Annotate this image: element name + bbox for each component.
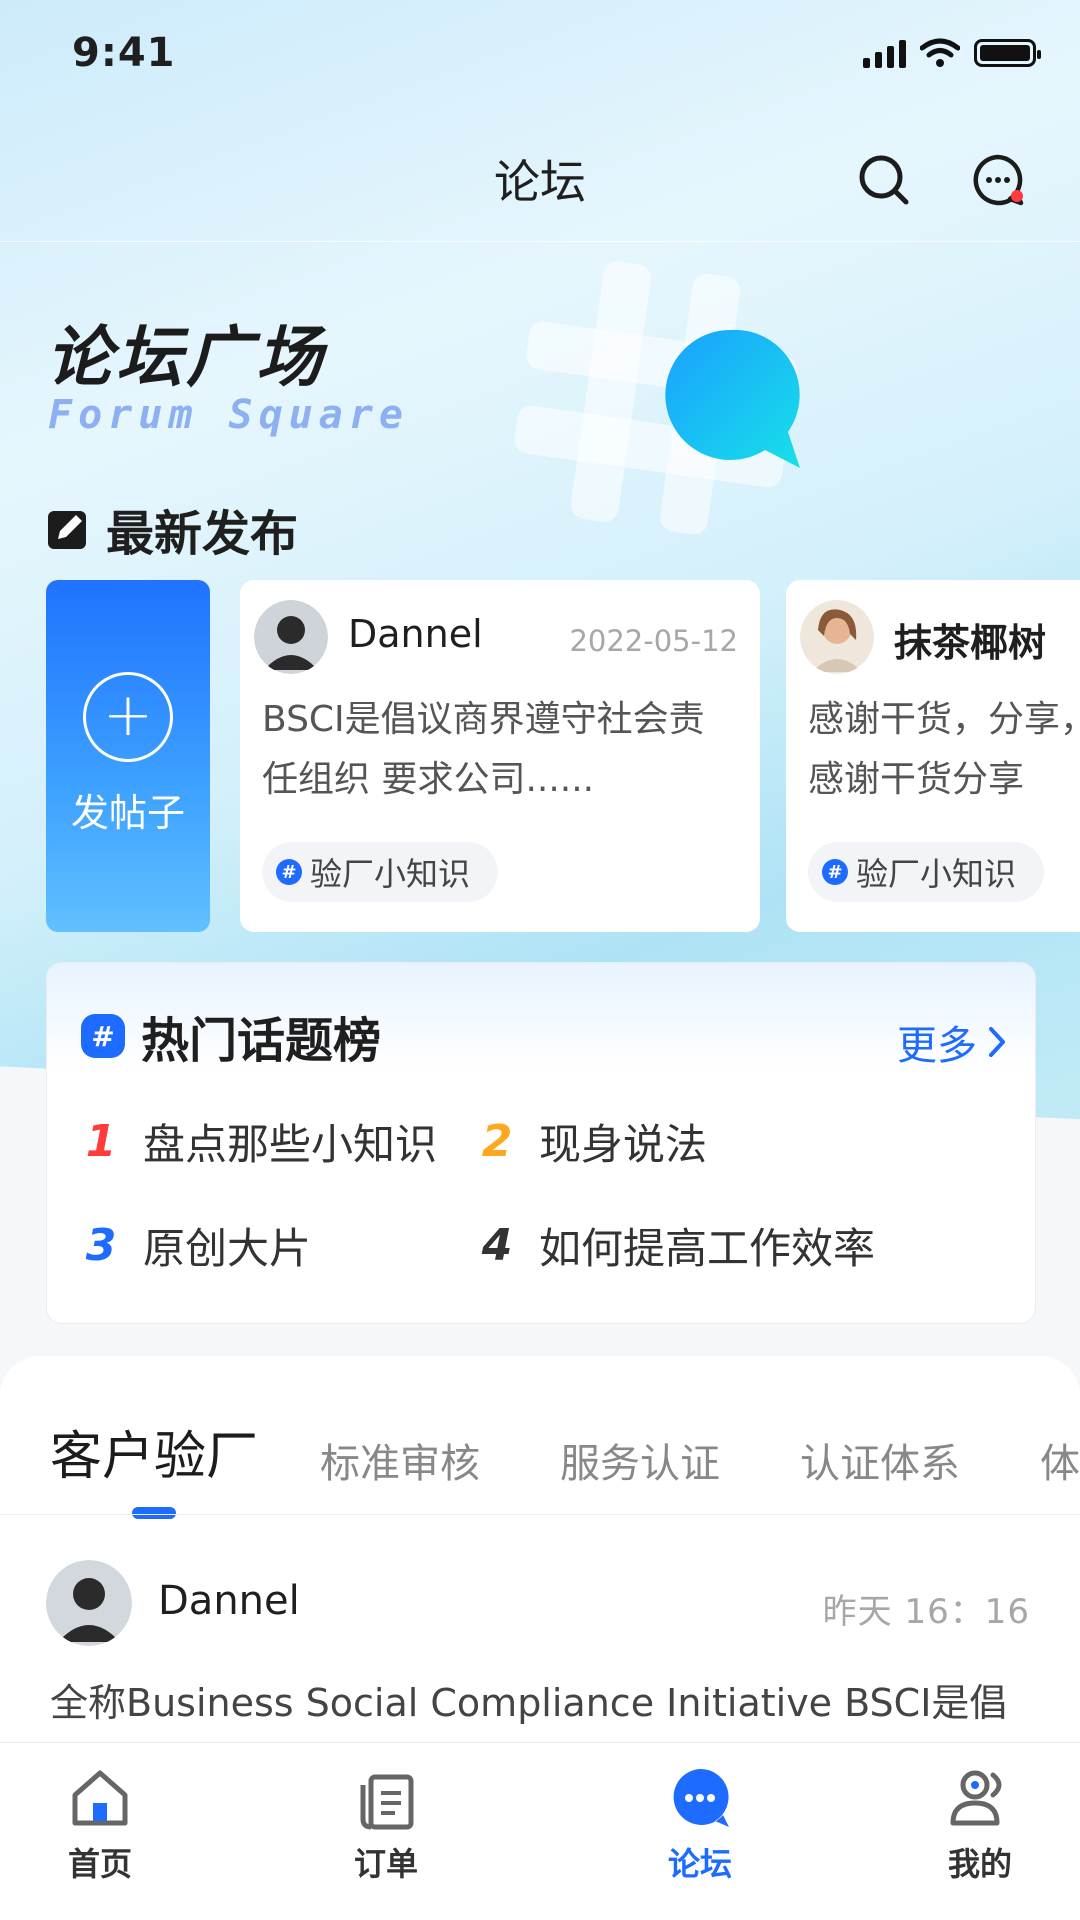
- tab-more-clipped[interactable]: 体: [1040, 1431, 1080, 1489]
- more-label: 更多: [897, 1023, 977, 1069]
- hot-topics-panel: # 热门话题榜 更多 1 盘点那些小知识 2 现身说法 3 原创大片 4 如何提…: [46, 962, 1036, 1324]
- navigation-bar: 论坛: [0, 118, 1080, 242]
- tabbar-label: 论坛: [667, 1845, 732, 1883]
- latest-section-heading: 最新发布: [46, 494, 298, 564]
- hot-topic-item[interactable]: 4 如何提高工作效率: [477, 1215, 875, 1276]
- tabbar-label: 订单: [353, 1845, 418, 1883]
- tabbar-forum[interactable]: 论坛: [600, 1763, 800, 1885]
- topic-tag[interactable]: # 验厂小知识: [262, 842, 499, 902]
- chevron-right-icon: [989, 1027, 1005, 1057]
- tab-certification-system[interactable]: 认证体系: [800, 1431, 960, 1489]
- wifi-icon: [920, 38, 960, 67]
- profile-icon: [950, 1770, 1002, 1826]
- latest-post-card[interactable]: 抹茶椰树 感谢干货，分享，感谢干货分享 # 验厂小知识: [786, 580, 1080, 932]
- tab-service-certification[interactable]: 服务认证: [560, 1431, 720, 1489]
- topic-tag-label: 验厂小知识: [310, 855, 471, 893]
- more-link[interactable]: 更多: [897, 1013, 1007, 1071]
- create-post-label: 发帖子: [70, 791, 185, 835]
- latest-post-card[interactable]: Dannel 2022-05-12 BSCI是倡议商界遵守社会责任组织 要求公司…: [240, 580, 760, 932]
- topic-rank: 4: [481, 1220, 513, 1271]
- tabbar-orders[interactable]: 订单: [286, 1763, 486, 1885]
- topic-label: 现身说法: [539, 1120, 708, 1169]
- tab-customer-audit[interactable]: 客户验厂: [50, 1414, 258, 1519]
- topic-label: 原创大片: [143, 1224, 312, 1273]
- search-icon[interactable]: [856, 152, 912, 208]
- hot-topics-title: 热门话题榜: [141, 1013, 382, 1069]
- latest-heading-text: 最新发布: [106, 506, 299, 562]
- card-excerpt: BSCI是倡议商界遵守社会责任组织 要求公司......: [262, 699, 705, 800]
- plus-icon: +: [83, 672, 173, 762]
- card-date: 2022-05-12: [569, 624, 738, 658]
- cellular-signal-icon: [863, 38, 906, 68]
- tabbar-profile[interactable]: 我的: [880, 1763, 1080, 1885]
- hot-topic-item[interactable]: 1 盘点那些小知识: [81, 1111, 437, 1172]
- hero-subtitle: Forum Square: [48, 392, 409, 438]
- hot-topic-item[interactable]: 2 现身说法: [477, 1111, 707, 1172]
- topic-rank: 2: [481, 1116, 513, 1167]
- hashtag-icon: #: [81, 1014, 125, 1058]
- status-time: 9:41: [72, 30, 176, 76]
- user-avatar: [800, 600, 874, 674]
- forum-icon: [673, 1768, 729, 1827]
- status-icons: [863, 38, 1041, 68]
- battery-icon: [974, 39, 1041, 67]
- card-excerpt: 感谢干货，分享，感谢干货分享: [808, 699, 1080, 800]
- topic-rank: 1: [85, 1116, 117, 1167]
- bottom-tab-bar: 首页 订单 论坛 我的: [0, 1742, 1080, 1920]
- user-avatar: [46, 1560, 132, 1646]
- topic-tag[interactable]: # 验厂小知识: [808, 842, 1045, 902]
- hashtag-bubble-illustration: [514, 261, 800, 535]
- page-title: 论坛: [494, 155, 586, 209]
- feed-section: 客户验厂 标准审核 服务认证 认证体系 体 Dannel 昨天 16：16 全称…: [0, 1356, 1080, 1756]
- tabbar-label: 首页: [67, 1845, 132, 1883]
- card-author: Dannel: [348, 612, 483, 656]
- tab-standard-review[interactable]: 标准审核: [320, 1431, 480, 1489]
- status-bar: 9:41: [0, 0, 1080, 110]
- tabbar-home[interactable]: 首页: [0, 1763, 200, 1885]
- user-avatar: [254, 600, 328, 674]
- category-tabs: 客户验厂 标准审核 服务认证 认证体系 体: [50, 1414, 1080, 1519]
- edit-icon: [48, 511, 86, 549]
- hashtag-icon: #: [276, 859, 302, 885]
- topic-rank: 3: [85, 1220, 117, 1271]
- message-icon[interactable]: [970, 152, 1026, 208]
- order-icon: [360, 1774, 414, 1830]
- tabbar-label: 我的: [947, 1845, 1012, 1883]
- create-post-button[interactable]: + 发帖子: [46, 580, 210, 932]
- post-author: Dannel: [158, 1578, 300, 1624]
- hot-topics-heading: # 热门话题榜: [81, 1001, 381, 1071]
- hero-title: 论坛广场: [46, 319, 326, 396]
- home-icon: [72, 1770, 128, 1826]
- hashtag-icon: #: [822, 859, 848, 885]
- hot-topic-item[interactable]: 3 原创大片: [81, 1215, 311, 1276]
- topic-label: 如何提高工作效率: [539, 1224, 876, 1273]
- post-time: 昨天 16：16: [822, 1592, 1030, 1632]
- notification-dot: [1011, 190, 1023, 202]
- card-author: 抹茶椰树: [894, 621, 1047, 665]
- topic-tag-label: 验厂小知识: [856, 855, 1017, 893]
- topic-label: 盘点那些小知识: [143, 1120, 438, 1169]
- post-excerpt[interactable]: 全称Business Social Compliance Initiative …: [50, 1672, 1030, 1726]
- divider: [0, 1514, 1080, 1515]
